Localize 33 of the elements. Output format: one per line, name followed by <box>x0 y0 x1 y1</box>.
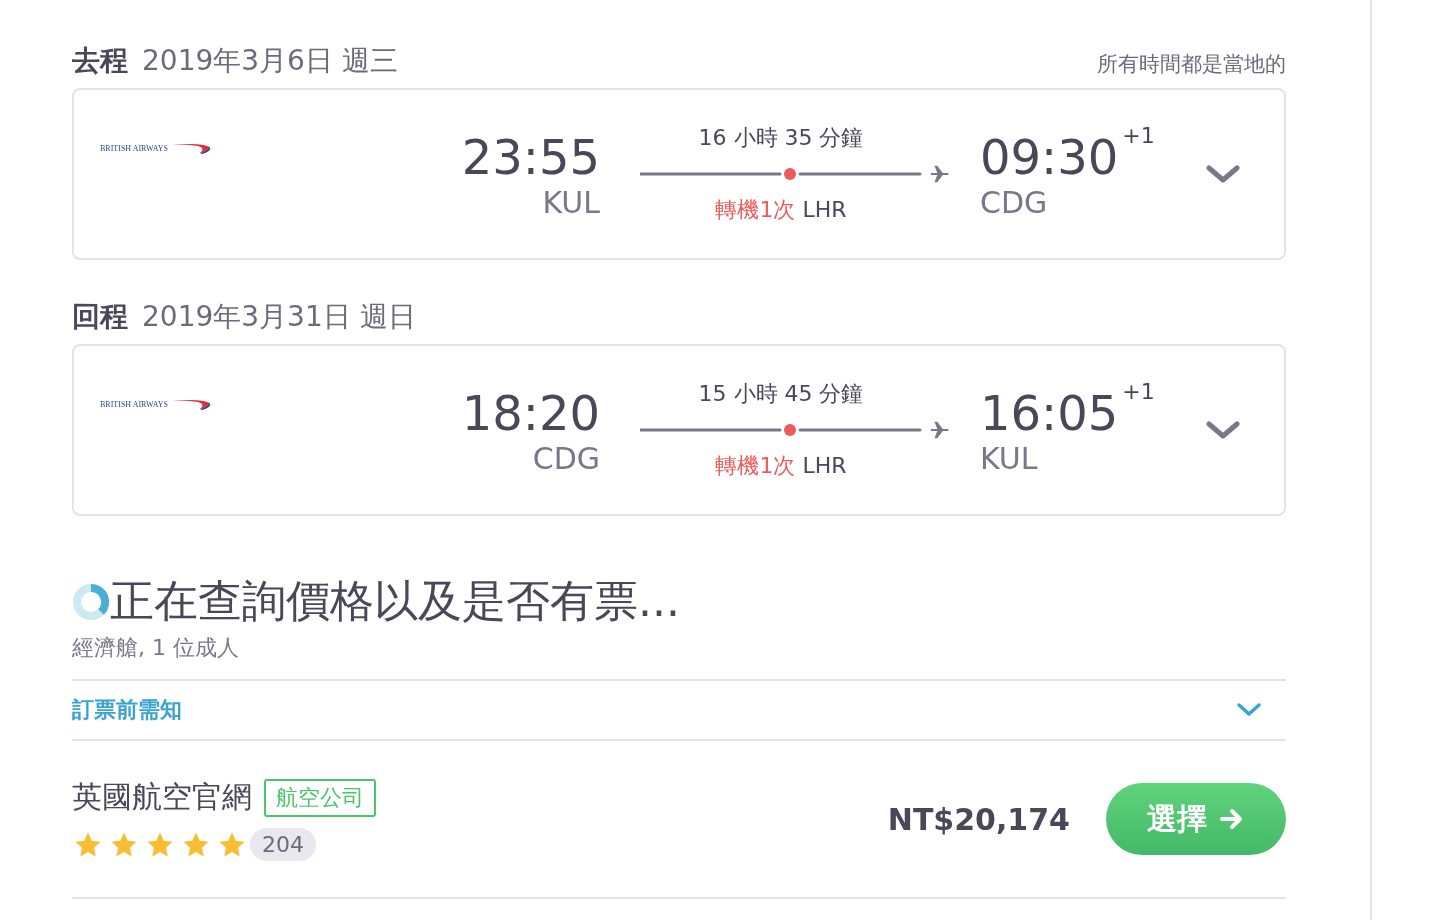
loading-spinner-icon <box>72 582 110 621</box>
review-count: 204 <box>250 828 316 861</box>
leg-date: 2019年3月6日 週三 <box>142 43 398 79</box>
arrival-airport: CDG <box>980 184 1049 220</box>
leg-date: 2019年3月31日 週日 <box>142 299 416 335</box>
stops-info: 轉機1次 LHR <box>714 196 848 224</box>
departure-airport: KUL <box>542 184 600 220</box>
arrival-time: 09:30 <box>980 128 1119 185</box>
provider-name: 英國航空官網 <box>72 778 252 816</box>
timezone-note: 所有時間都是當地的 <box>1097 51 1286 78</box>
status-title: 正在查詢價格以及是否有票... <box>110 574 680 628</box>
departure-time: 18:20 <box>461 384 600 441</box>
departure-time: 23:55 <box>461 128 600 185</box>
flight-duration: 16 小時 35 分鐘 <box>697 124 865 152</box>
chevron-down-icon[interactable] <box>1206 164 1240 184</box>
departure-airport: CDG <box>532 440 600 476</box>
cabin-info: 經濟艙, 1 位成人 <box>72 634 240 662</box>
arrival-time: 16:05 <box>980 384 1119 441</box>
flight-card[interactable]: BRITISH AIRWAYS 23:55 KUL 16 小時 35 分鐘 轉機1次 LHR 09:30$^{+1}$ CDG <box>72 88 1286 260</box>
leg-label: 回程 <box>72 299 128 335</box>
flight-card[interactable]: BRITISH AIRWAYS 18:20 CDG 15 小時 45 分鐘 轉機1次 LHR 16:05$^{+1}$ KUL <box>72 344 1286 516</box>
day-offset: +1 <box>1122 122 1155 148</box>
flight-duration: 15 小時 45 分鐘 <box>697 380 865 408</box>
airline-logo: BRITISH AIRWAYS <box>74 398 330 410</box>
provider-tag: 航空公司 <box>264 778 376 817</box>
arrow-right-icon <box>1219 807 1245 831</box>
leg-label: 去程 <box>72 43 128 79</box>
day-offset: +1 <box>1122 378 1155 404</box>
chevron-down-icon[interactable] <box>1206 420 1240 440</box>
price: NT$20,174 <box>887 801 1070 837</box>
airline-logo: BRITISH AIRWAYS <box>74 142 330 154</box>
stops-info: 轉機1次 LHR <box>714 452 848 480</box>
arrival-airport: KUL <box>980 440 1039 476</box>
